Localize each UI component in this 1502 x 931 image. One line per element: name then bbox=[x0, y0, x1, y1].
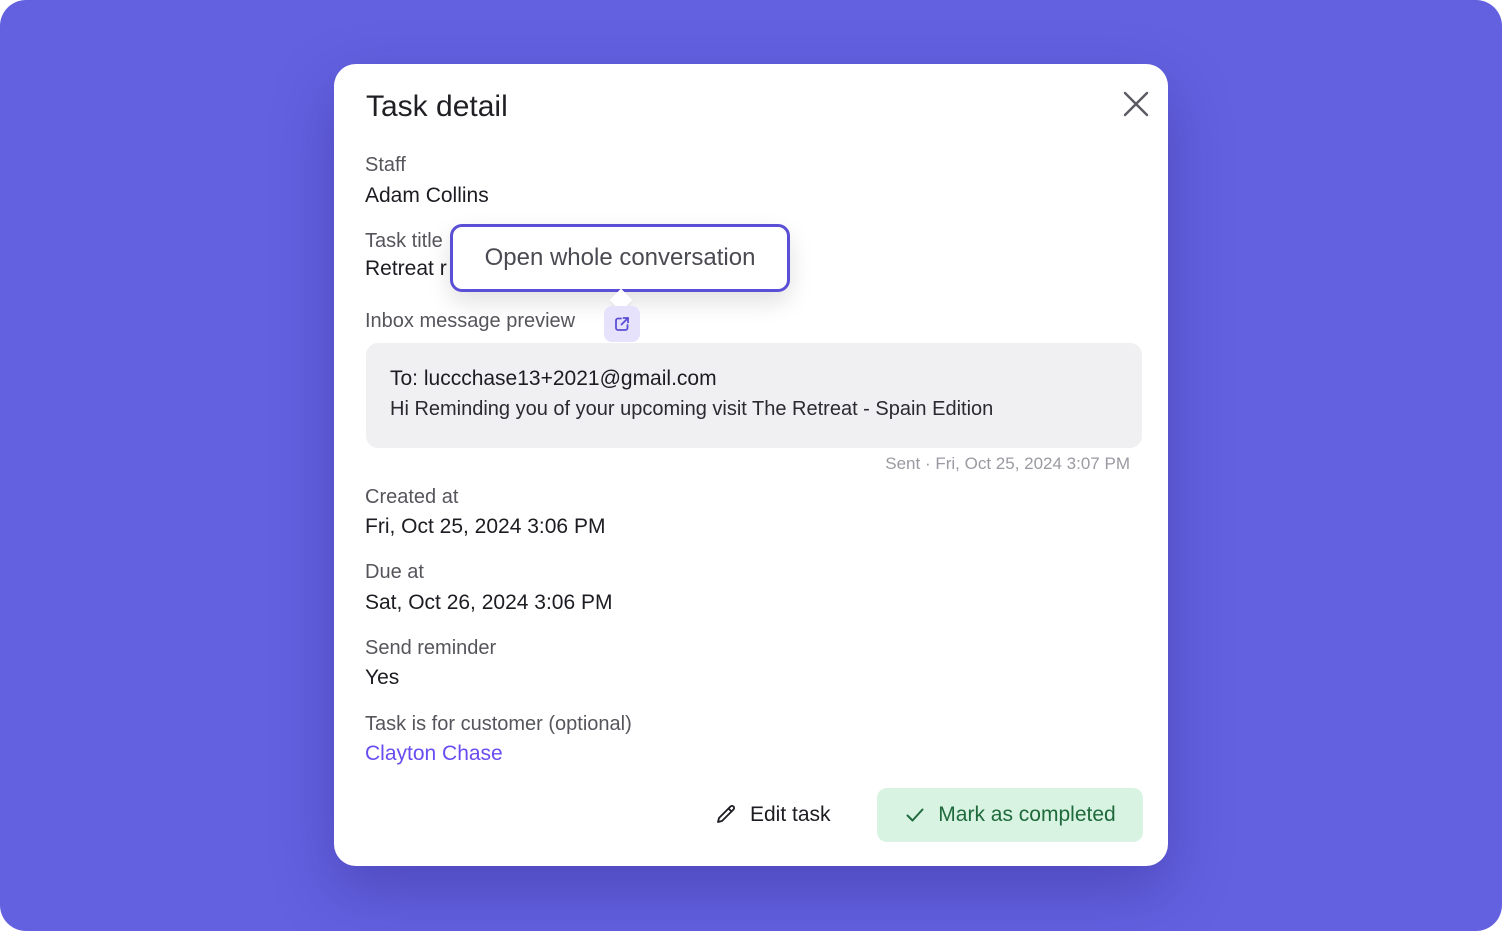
page-backdrop: Task detail Staff Adam Collins Task titl… bbox=[0, 0, 1502, 931]
customer-link[interactable]: Clayton Chase bbox=[365, 742, 503, 766]
pencil-icon bbox=[714, 803, 738, 827]
close-button[interactable] bbox=[1116, 84, 1156, 124]
message-body: Hi Reminding you of your upcoming visit … bbox=[390, 398, 994, 420]
task-detail-modal: Task detail Staff Adam Collins Task titl… bbox=[334, 64, 1168, 866]
check-icon bbox=[904, 804, 926, 826]
send-reminder-label: Send reminder bbox=[365, 637, 497, 659]
message-preview-box: To: luccchase13+2021@gmail.com Hi Remind… bbox=[366, 343, 1142, 448]
edit-task-button[interactable]: Edit task bbox=[714, 790, 831, 840]
send-reminder-value: Yes bbox=[365, 666, 400, 689]
due-at-label: Due at bbox=[365, 561, 424, 583]
open-conversation-tooltip: Open whole conversation bbox=[450, 224, 790, 292]
task-title-label: Task title bbox=[365, 230, 443, 252]
modal-title: Task detail bbox=[366, 90, 508, 123]
staff-value: Adam Collins bbox=[365, 184, 489, 207]
due-at-value: Sat, Oct 26, 2024 3:06 PM bbox=[365, 591, 613, 614]
task-title-value: Retreat r bbox=[365, 257, 447, 280]
close-icon bbox=[1121, 89, 1151, 119]
message-sent-meta: Sent · Fri, Oct 25, 2024 3:07 PM bbox=[885, 454, 1130, 473]
message-recipient: To: luccchase13+2021@gmail.com bbox=[390, 367, 717, 390]
created-at-value: Fri, Oct 25, 2024 3:06 PM bbox=[365, 515, 606, 538]
mark-completed-button[interactable]: Mark as completed bbox=[877, 788, 1143, 842]
edit-task-label: Edit task bbox=[750, 803, 831, 826]
inbox-preview-label: Inbox message preview bbox=[365, 310, 576, 332]
created-at-label: Created at bbox=[365, 486, 459, 508]
customer-label: Task is for customer (optional) bbox=[365, 713, 632, 735]
open-conversation-button[interactable] bbox=[604, 306, 640, 342]
external-link-icon bbox=[613, 315, 631, 333]
mark-completed-label: Mark as completed bbox=[938, 803, 1116, 826]
staff-label: Staff bbox=[365, 154, 406, 176]
